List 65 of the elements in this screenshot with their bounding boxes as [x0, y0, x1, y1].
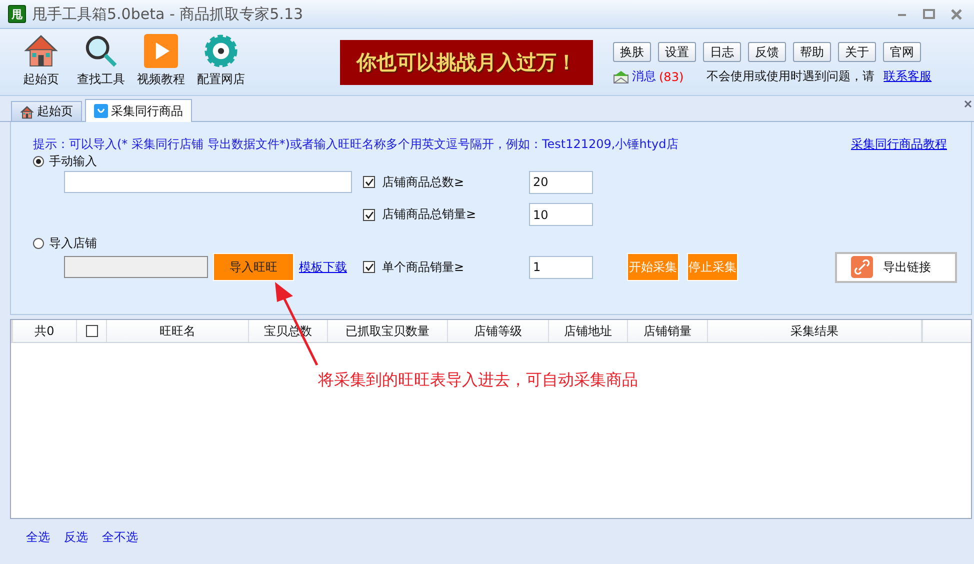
menu-button[interactable]: 设置 [658, 42, 696, 62]
column-header: 店铺等级 [448, 320, 549, 342]
close-icon[interactable] [964, 100, 972, 108]
envelope-icon [613, 70, 629, 84]
checkbox[interactable] [363, 261, 375, 273]
filter-checkbox[interactable]: 店铺商品总销量≥ [363, 206, 501, 223]
template-download-link[interactable]: 模板下载 [299, 258, 347, 276]
column-header: 已抓取宝贝数量 [328, 320, 448, 342]
link-icon [851, 256, 873, 278]
hint-text: 提示：可以导入(* 采集同行店铺 导出数据文件*)或者输入旺旺名称多个用英文逗号隔开，例如：Test121209,小锤htyd店 [33, 136, 678, 152]
tab[interactable]: 采集同行商品 [85, 99, 192, 122]
column-header: 旺旺名 [107, 320, 249, 342]
checkbox[interactable] [363, 208, 375, 220]
radio-option[interactable]: 手动输入 [33, 152, 351, 170]
checkbox[interactable] [363, 176, 375, 188]
radio-button[interactable] [33, 156, 44, 166]
messages-link[interactable]: 消息 [632, 68, 656, 85]
play-icon [144, 34, 178, 68]
tutorial-link[interactable]: 采集同行商品教程 [851, 136, 947, 152]
menu-button[interactable]: 关于 [838, 42, 876, 62]
filter-checkbox[interactable]: 店铺商品总数≥ [363, 174, 501, 190]
shop-name-input[interactable] [64, 171, 352, 193]
menu-button[interactable]: 帮助 [793, 42, 831, 62]
house-icon [20, 104, 34, 118]
filter-value-field[interactable]: 1 [529, 256, 593, 278]
filter-value-field[interactable]: 10 [529, 203, 593, 226]
help-text: 不会使用或使用时遇到问题，请 [706, 68, 875, 85]
check-icon [364, 178, 374, 186]
toolbar-button[interactable]: 起始页 [12, 32, 70, 90]
annotation-text: 将采集到的旺旺表导入进去，可自动采集商品 [318, 370, 638, 391]
select-all-checkbox[interactable] [86, 325, 98, 337]
house-icon [24, 34, 58, 68]
menu-button[interactable]: 官网 [883, 42, 921, 62]
toolbar-button[interactable]: 视频教程 [132, 32, 190, 90]
app-logo: 甩 [8, 5, 26, 23]
menu-button[interactable]: 日志 [703, 42, 741, 62]
column-header: 店铺地址 [549, 320, 628, 342]
import-button[interactable]: 导入旺旺 [213, 253, 294, 281]
column-header: 共0 [13, 320, 77, 342]
menu-button[interactable]: 换肤 [613, 42, 651, 62]
radio-option[interactable]: 导入店铺 [33, 235, 351, 252]
promo-banner[interactable]: 你也可以挑战月入过万！ [340, 40, 593, 85]
filter-value-field[interactable]: 20 [529, 170, 593, 194]
radio-button[interactable] [33, 238, 44, 249]
toolbar-button[interactable]: 查找工具 [72, 32, 130, 90]
filter-checkbox[interactable]: 单个商品销量≥ [363, 258, 501, 276]
close-icon [951, 8, 962, 20]
column-header: 店铺销量 [628, 320, 708, 342]
message-count: (83) [659, 70, 684, 84]
column-header: 采集结果 [708, 320, 922, 342]
contact-support-link[interactable]: 联系客服 [884, 68, 932, 85]
window-title: 甩手工具箱5.0beta - 商品抓取专家5.13 [32, 4, 304, 24]
gear-icon [204, 34, 238, 68]
export-links-button[interactable]: 导出链接 [835, 252, 957, 282]
check-icon [364, 263, 374, 271]
menu-button[interactable]: 反馈 [748, 42, 786, 62]
toolbar-button[interactable]: 配置网店 [192, 32, 250, 90]
selection-link[interactable]: 反选 [64, 529, 88, 546]
selection-link[interactable]: 全不选 [102, 529, 138, 546]
magnifier-icon [84, 34, 118, 68]
maximize-icon [923, 8, 935, 18]
tab[interactable]: 起始页 [11, 101, 82, 121]
check-icon [364, 210, 374, 218]
selection-link[interactable]: 全选 [26, 529, 50, 546]
shopping-bag-icon [94, 104, 108, 118]
